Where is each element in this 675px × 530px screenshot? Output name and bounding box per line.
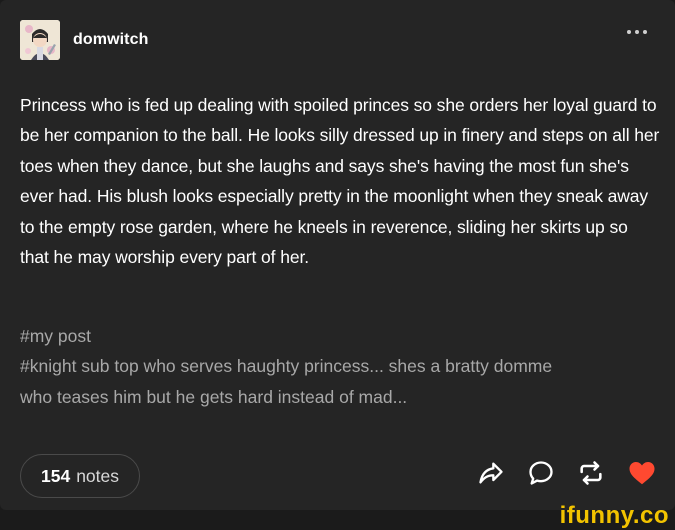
post-header: domwitch [20,18,148,62]
watermark-logo: ifunny.co [559,502,669,529]
share-icon[interactable] [477,459,505,487]
reply-icon[interactable] [527,459,555,487]
avatar-image [20,20,60,60]
notes-button[interactable]: 154 notes [20,454,141,498]
avatar[interactable] [20,20,60,60]
post-tags: #my post #knight sub top who serves haug… [20,321,660,412]
more-options-icon[interactable] [627,30,647,34]
tag[interactable]: #knight sub top who serves haughty princ… [20,351,660,381]
notes-count: 154 [41,465,71,486]
post-card: domwitch Princess who is fed up dealing … [0,0,675,510]
tag-continuation[interactable]: who teases him but he gets hard instead … [20,382,660,412]
post-actions [477,458,657,488]
post-body: Princess who is fed up dealing with spoi… [20,95,660,268]
tag[interactable]: #my post [20,321,660,351]
reblog-icon[interactable] [577,459,605,487]
notes-label: notes [76,465,120,486]
heart-icon[interactable] [627,458,657,488]
username[interactable]: domwitch [73,31,148,49]
